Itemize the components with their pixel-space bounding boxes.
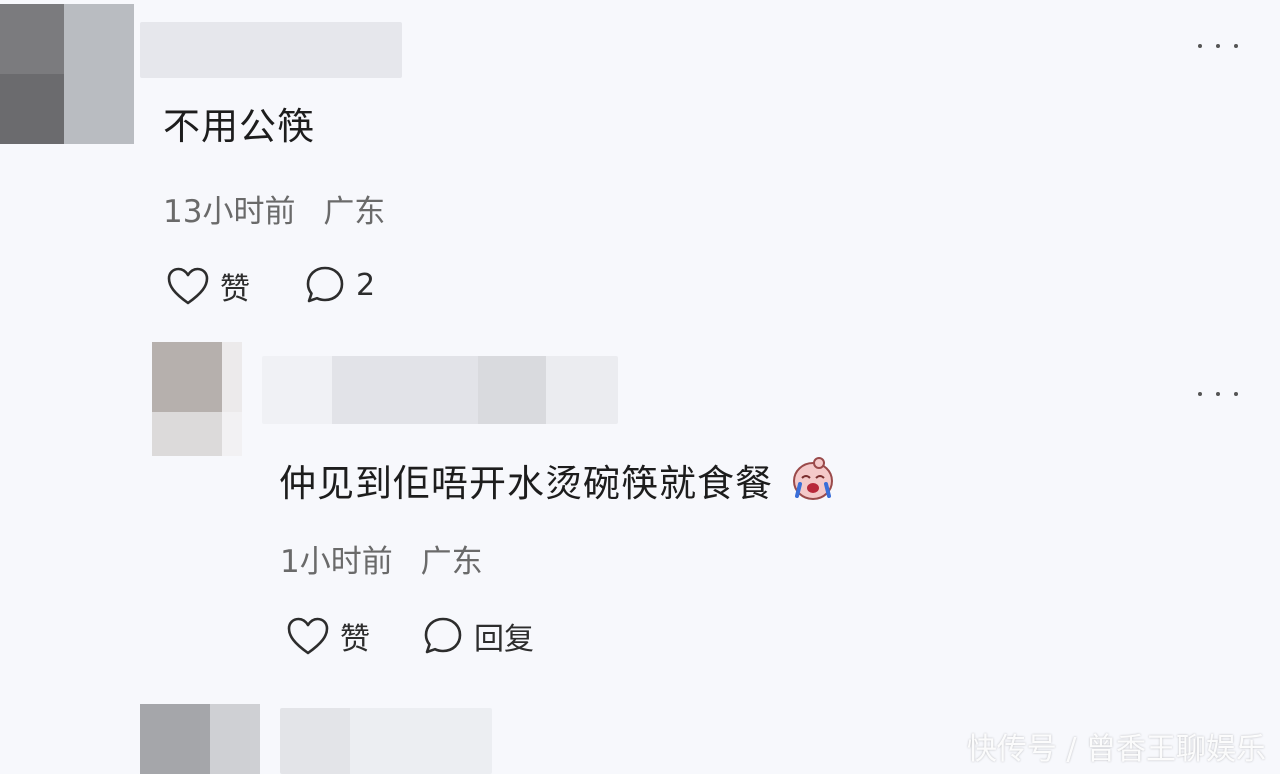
avatar[interactable]: [140, 704, 260, 774]
crying-emoji-icon: [792, 457, 833, 500]
username-blurred[interactable]: [280, 708, 492, 774]
heart-icon: [167, 267, 209, 305]
comment-meta: 1小时前 广东: [280, 536, 483, 581]
more-options-button[interactable]: [1198, 384, 1238, 404]
username-blurred[interactable]: [262, 356, 618, 424]
comment-text: 仲见到佢唔开水烫碗筷就食餐: [279, 453, 838, 507]
like-label: 赞: [340, 622, 370, 657]
watermark: 快传号 / 曾香王聊娱乐: [966, 732, 1266, 767]
comment-text: 不用公筷: [163, 105, 315, 148]
like-label: 赞: [220, 272, 250, 307]
comment-location: 广东: [323, 194, 386, 230]
comment-time: 13小时前: [163, 194, 296, 230]
reply-button[interactable]: 回复: [422, 614, 534, 658]
reply-label: 回复: [474, 622, 534, 657]
comment-meta: 13小时前 广东: [163, 186, 385, 231]
username-blurred[interactable]: [140, 22, 402, 78]
comment-location: 广东: [420, 544, 483, 580]
avatar[interactable]: [0, 4, 134, 144]
comment-thread: 不用公筷 13小时前 广东 赞 2 仲见到佢唔开水烫碗筷就食餐 1小时前 广东 …: [0, 0, 1280, 774]
like-button[interactable]: 赞: [166, 264, 250, 308]
speech-bubble-icon: [306, 266, 344, 303]
speech-bubble-icon: [424, 617, 462, 654]
comment-time: 1小时前: [280, 544, 393, 580]
comment-text-body: 仲见到佢唔开水烫碗筷就食餐: [279, 462, 773, 505]
reply-count: 2: [356, 267, 376, 303]
more-options-button[interactable]: [1198, 36, 1238, 56]
like-button[interactable]: 赞: [286, 614, 370, 658]
avatar[interactable]: [152, 342, 242, 456]
heart-icon: [287, 617, 329, 655]
more-dots-icon: [1198, 44, 1202, 48]
more-dots-icon: [1198, 392, 1202, 396]
reply-button[interactable]: 2: [304, 264, 375, 306]
